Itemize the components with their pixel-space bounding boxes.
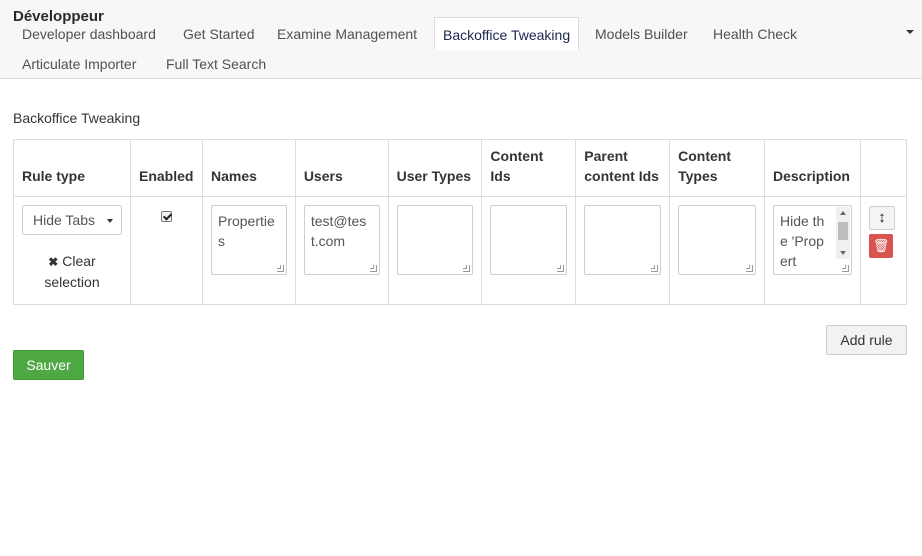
column-header-enabled: Enabled [130,139,203,197]
tab-backoffice-tweaking[interactable]: Backoffice Tweaking [434,17,580,50]
scroll-up-icon[interactable] [839,211,846,215]
section-title: Développeur [13,8,104,25]
enabled-checkbox[interactable] [160,211,172,222]
resize-grip-icon[interactable] [369,265,377,272]
parent-content-ids-textarea[interactable] [584,205,662,275]
column-header-rule-type: Rule type [13,139,131,197]
page-heading: Backoffice Tweaking [13,110,141,126]
column-header-parent-content-ids: Parent content Ids [575,139,671,197]
column-header-actions [859,139,908,197]
rule-type-value: Hide Tabs [33,212,96,228]
content-types-cell [669,196,765,305]
names-cell: Properties [201,196,296,305]
resize-grip-icon[interactable] [463,265,471,272]
tab-health-check[interactable]: Health Check [713,25,797,43]
tab-articulate-importer[interactable]: Articulate Importer [22,55,136,73]
tab-examine-management[interactable]: Examine Management [277,25,417,43]
names-value: Properties [217,213,275,249]
rule-type-cell: Hide Tabs ✖ Clear selection [13,196,131,305]
scroll-thumb[interactable] [837,222,848,240]
sort-handle-icon[interactable]: ↕ [868,206,895,230]
add-rule-button[interactable]: Add rule [826,325,907,355]
save-button[interactable]: Sauver [13,350,84,380]
content-ids-cell [481,196,577,305]
clear-selection-link[interactable]: ✖ Clear selection [22,251,122,292]
top-bar: Développeur Developer dashboard Get Star… [0,0,922,79]
user-types-cell [387,196,483,305]
column-header-users: Users [294,139,389,197]
tab-get-started[interactable]: Get Started [183,25,255,43]
description-textarea[interactable]: Hide the 'Propert [772,205,852,275]
caret-down-icon[interactable] [906,30,914,34]
table-row: Hide Tabs ✖ Clear selection Properties t… [13,196,908,305]
scroll-down-icon[interactable] [839,251,846,255]
rule-type-select[interactable]: Hide Tabs [22,205,122,235]
tab-full-text-search[interactable]: Full Text Search [166,55,266,73]
users-textarea[interactable]: test@test.com [303,205,380,275]
rules-table: Rule type Enabled Names Users User Types… [13,139,908,305]
description-scrollbar[interactable] [835,207,850,259]
parent-content-ids-cell [575,196,671,305]
resize-grip-icon[interactable] [651,265,659,272]
content-types-textarea[interactable] [678,205,756,275]
description-cell: Hide the 'Propert [763,196,861,305]
enabled-cell [130,196,203,305]
chevron-down-icon [107,219,113,223]
trash-icon[interactable]: 🗑 [868,234,893,258]
users-cell: test@test.com [294,196,389,305]
user-types-textarea[interactable] [396,205,474,275]
users-value: test@test.com [310,213,367,249]
names-textarea[interactable]: Properties [210,205,287,275]
resize-grip-icon[interactable] [557,265,565,272]
resize-grip-icon[interactable] [745,265,753,272]
content-ids-textarea[interactable] [490,205,568,275]
description-value: Hide the 'Propert [779,213,825,269]
column-header-description: Description [763,139,861,197]
column-header-names: Names [201,139,296,197]
column-header-content-ids: Content Ids [481,139,577,197]
close-icon: ✖ [48,255,59,269]
resize-grip-icon[interactable] [841,265,849,272]
tab-models-builder[interactable]: Models Builder [595,25,688,43]
column-header-user-types: User Types [387,139,483,197]
row-actions-cell: ↕ 🗑 [859,196,908,305]
tab-developer-dashboard[interactable]: Developer dashboard [22,25,156,43]
resize-grip-icon[interactable] [276,265,284,272]
table-header-row: Rule type Enabled Names Users User Types… [13,139,908,197]
column-header-content-types: Content Types [669,139,765,197]
